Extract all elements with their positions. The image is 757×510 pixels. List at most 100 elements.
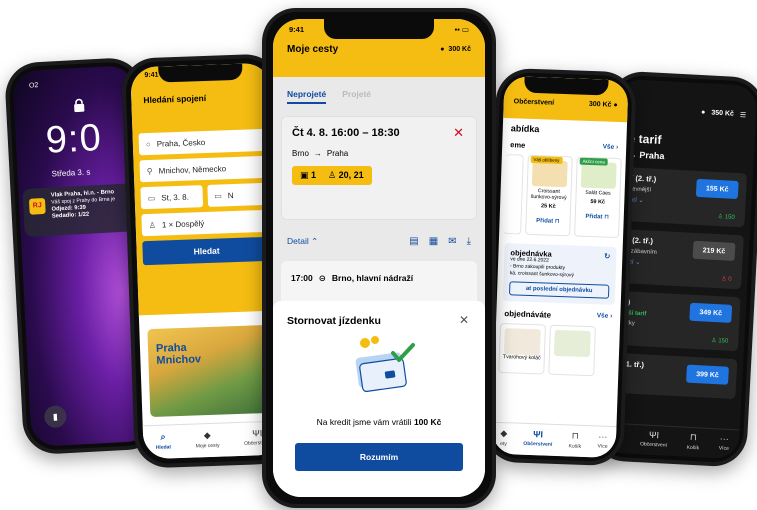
confirm-button[interactable]: Rozumím: [295, 443, 463, 471]
search-icon: ⌕: [160, 431, 166, 442]
person-icon: ♙: [148, 220, 157, 230]
trip-actions: Detail ⌃ ▤ ▦ ✉ ⤓: [273, 220, 485, 247]
tab-more[interactable]: ··· Více: [718, 433, 729, 458]
more-icon: ···: [598, 431, 608, 442]
more-icon: ···: [719, 433, 730, 444]
page-title: Moje cesty: [287, 44, 339, 55]
flashlight-icon[interactable]: ▮: [43, 405, 67, 429]
tab-search[interactable]: ⌕ Hledat: [155, 431, 171, 459]
download-icon[interactable]: ⤓: [467, 236, 471, 247]
ticket-icon: ◆: [500, 428, 508, 439]
close-icon[interactable]: ✕: [453, 125, 464, 141]
tab-more[interactable]: ··· Více: [597, 431, 608, 457]
tab-upcoming[interactable]: Neprojeté: [287, 89, 327, 104]
tab-my-trips[interactable]: ◆ ety: [500, 428, 508, 454]
account-icon: ●: [440, 46, 445, 53]
trip-card[interactable]: Čt 4. 8. 16:00 – 18:30 ✕ Brno → Praha ▣ 1 …: [281, 116, 477, 220]
date-field[interactable]: ▭ St, 3. 8.: [140, 185, 203, 210]
tab-refreshment[interactable]: ΨΙ Občerstvení: [639, 429, 667, 455]
refresh-icon: ↻: [603, 251, 611, 261]
lock-clock: 9:0: [44, 116, 103, 162]
to-field[interactable]: ⚲ Mnichov, Německo: [139, 155, 269, 183]
repeat-order-button[interactable]: at poslední objednávku: [508, 281, 610, 299]
calendar-icon: ▭: [147, 193, 156, 203]
credit-label[interactable]: ● 300 Kč: [440, 46, 471, 53]
account-icon[interactable]: ●: [613, 102, 617, 109]
price-button[interactable]: 399 Kč: [686, 364, 729, 385]
search-form: ○ Praha, Česko ⚲ Mnichov, Německo ▭ St, 3. …: [132, 122, 279, 316]
cake-image: [503, 328, 541, 356]
arrow-icon: →: [313, 149, 322, 158]
bottle-image: [553, 329, 591, 358]
product-card[interactable]: Tvarohový koláč: [498, 322, 546, 375]
recommended-heading: eme: [510, 140, 526, 150]
seat-count: ♙ 0: [720, 276, 732, 283]
lock-date: Středa 3. s: [51, 167, 91, 179]
basket-icon: ⊓: [689, 431, 698, 443]
train-icon: ⊝: [318, 273, 326, 283]
status-time: 9:41: [144, 71, 159, 80]
calendar-icon: ▭: [214, 190, 222, 201]
trip-route: Brno → Praha: [292, 149, 349, 158]
salad-image: [580, 161, 617, 189]
product-list: Váš oblíbený Croissant šunkovo-sýrový 25…: [499, 151, 626, 241]
sale-badge: Akční cena: [579, 157, 608, 166]
phone-refreshment: Občerstvení 300 Kč ● abídka eme Vše › Váš …: [483, 67, 637, 467]
seat-badge: ▣ 1 ♙ 20, 21: [292, 166, 372, 185]
seat-icon: ♙: [328, 170, 339, 180]
my-trips-screen: 9:41 ▪▪ ▭ Moje cesty ● 300 Kč Neprojeté Pr…: [273, 19, 485, 497]
passengers-field[interactable]: ♙ 1 × Dospělý: [141, 209, 271, 237]
product-card[interactable]: Akční cena Salát Caes 59 Kč Přidat ⊓: [573, 156, 622, 239]
cancel-ticket-sheet: Stornovat jízdenku ✕ Na kredit jsme vám …: [273, 301, 485, 497]
add-button[interactable]: Přidat ⊓: [575, 213, 618, 222]
refreshment-screen: Občerstvení 300 Kč ● abídka eme Vše › Váš …: [491, 75, 629, 459]
price-button[interactable]: 349 Kč: [689, 302, 733, 323]
tab-cart[interactable]: ⊓ Košík: [568, 430, 581, 456]
see-all-link[interactable]: Vše ›: [602, 143, 619, 153]
search-button[interactable]: Hledat: [142, 236, 272, 266]
tab-cart[interactable]: ⊓ Košík: [686, 432, 700, 458]
credit-label: 300 Kč ●: [588, 100, 618, 109]
return-date-field[interactable]: ▭ N: [206, 182, 270, 207]
seat-count: ♙ 150: [711, 337, 729, 345]
app-showcase: O2 9:0 Středa 3. s RJ Vlak Praha, hl.n. …: [0, 0, 757, 510]
close-icon[interactable]: ✕: [459, 313, 469, 327]
basket-icon: ⊓: [554, 218, 560, 225]
page-title: Hledání spojení: [143, 92, 207, 106]
frequent-heading: objednáváte: [504, 309, 552, 320]
mail-icon[interactable]: ✉: [448, 236, 456, 247]
basket-icon: ⊓: [571, 430, 579, 441]
tariff-card[interactable]: ní (2. tř.) se zábavním nací ⌄ 219 Kč ♙ …: [613, 228, 744, 290]
tariff-card[interactable]: ní (2. tř.) ejlevnější nací ⌄ 155 Kč ♙ 1…: [616, 166, 748, 228]
promo-city-1: Praha: [155, 341, 187, 355]
seat-count: ♙ 150: [717, 214, 735, 221]
basket-icon: ⊓: [604, 214, 609, 221]
tariff-card[interactable]: s (1. tř.) 399 Kč: [607, 352, 738, 400]
tariff-card[interactable]: tř.) nější tarif náčky 349 Kč ♙ 150: [609, 290, 741, 352]
account-icon[interactable]: ●: [701, 109, 706, 117]
product-card[interactable]: Váš oblíbený Croissant šunkovo-sýrový 25…: [524, 154, 573, 237]
qr-code-icon[interactable]: ▦: [429, 236, 438, 247]
product-card[interactable]: [548, 324, 596, 377]
price-button[interactable]: 155 Kč: [695, 178, 739, 200]
from-field[interactable]: ○ Praha, Česko: [138, 128, 268, 156]
croissant-image: [531, 159, 568, 188]
favorite-badge: Váš oblíbený: [530, 155, 563, 165]
price-button[interactable]: 219 Kč: [692, 240, 736, 261]
product-card[interactable]: [503, 154, 524, 235]
detail-toggle[interactable]: Detail ⌃: [287, 236, 318, 247]
promo-city-2: Mnichov: [156, 353, 202, 367]
destination-pin-icon: ⚲: [146, 166, 153, 176]
ticket-icon: ◆: [203, 429, 211, 441]
lock-icon: [74, 98, 85, 113]
frequent-list: Tvarohový koláč: [494, 320, 620, 380]
refund-card-icon: [355, 336, 415, 393]
tab-refreshment[interactable]: ΨΙ Občerstvení: [523, 429, 553, 456]
cutlery-icon: ΨΙ: [533, 429, 544, 440]
menu-icon[interactable]: ☰: [740, 111, 747, 119]
see-all-link[interactable]: Vše ›: [597, 312, 613, 322]
add-button[interactable]: Přidat ⊓: [526, 217, 569, 226]
tab-my-trips[interactable]: ◆ Moje cesty: [195, 430, 220, 458]
tab-past[interactable]: Projeté: [342, 89, 371, 104]
ticket-icon[interactable]: ▤: [409, 236, 418, 247]
